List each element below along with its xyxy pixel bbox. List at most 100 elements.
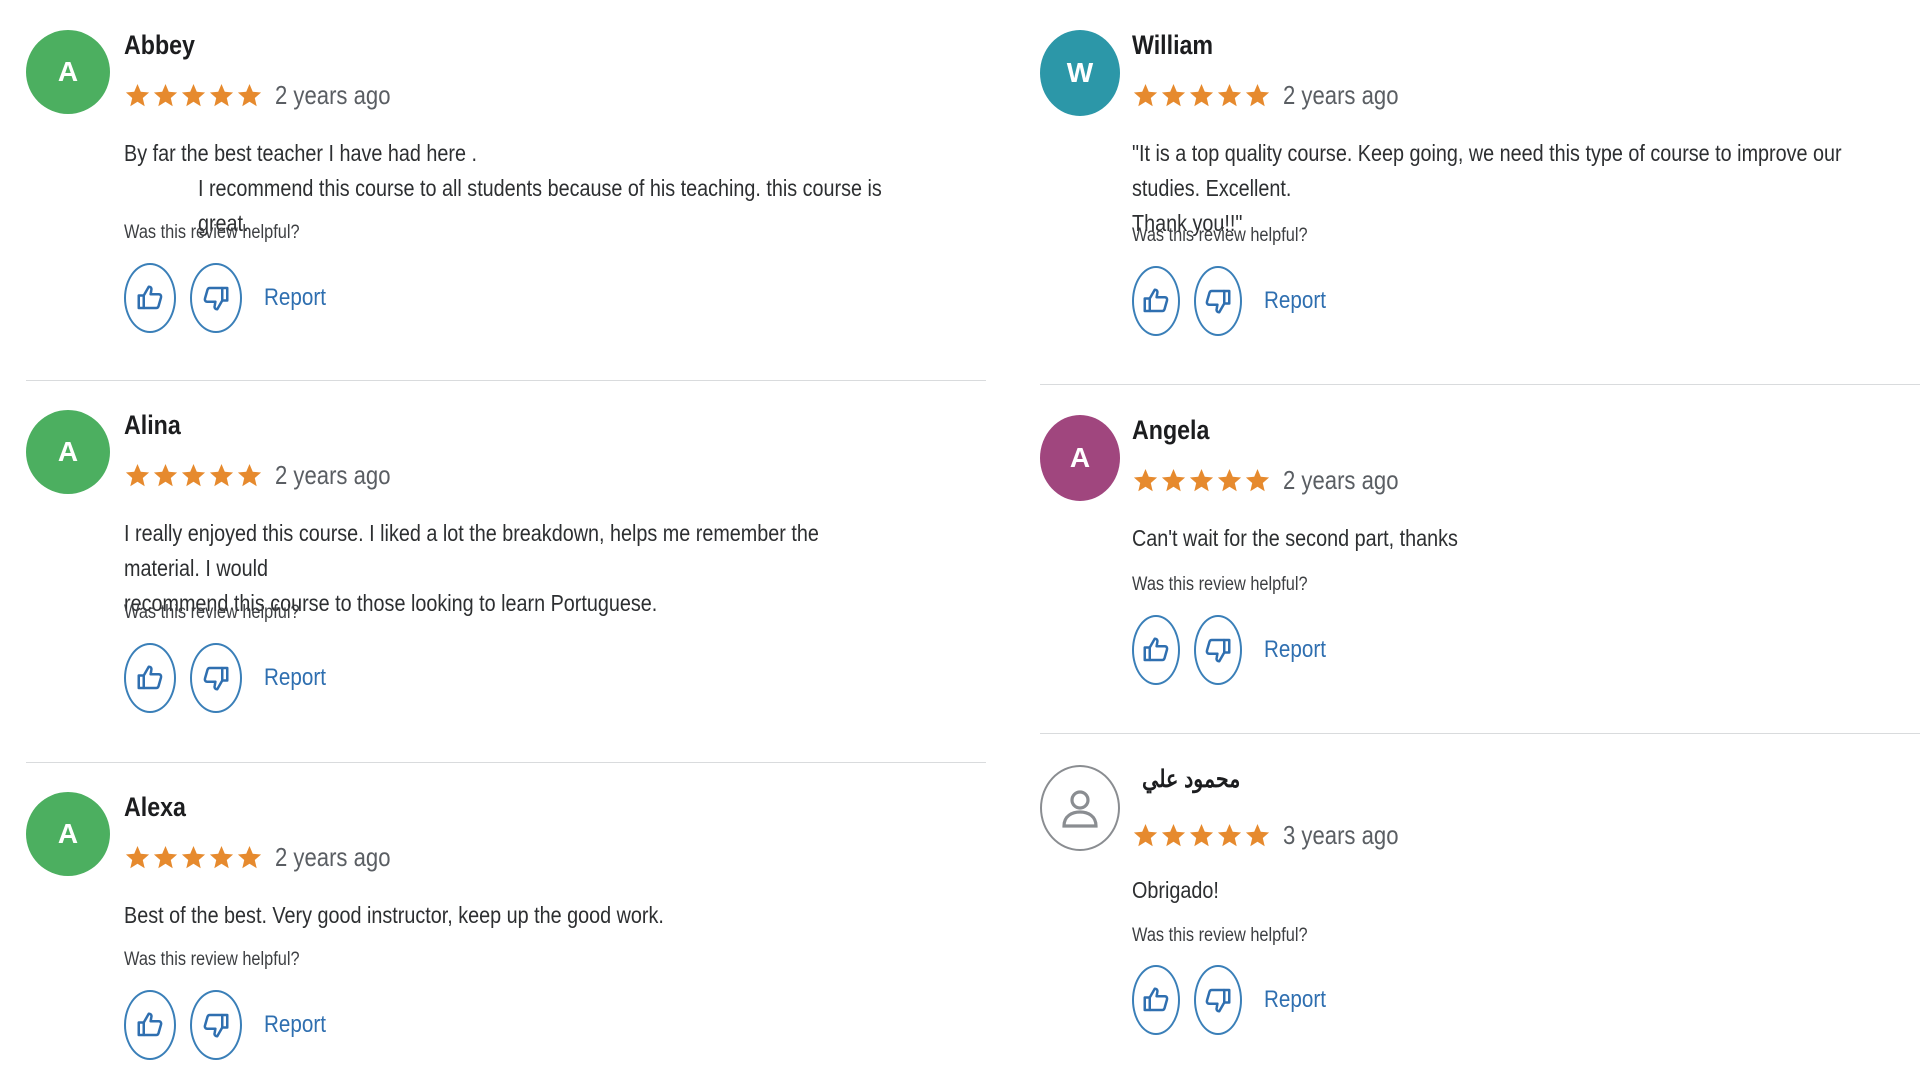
thumbs-up-icon — [137, 1012, 163, 1037]
thumbs-down-icon — [203, 1013, 229, 1038]
star-icon — [1189, 824, 1214, 847]
divider — [26, 762, 986, 763]
star-icon — [181, 464, 206, 487]
star-rating — [1132, 82, 1271, 109]
star-rating — [124, 462, 263, 489]
star-icon — [125, 464, 150, 487]
thumbs-down-icon — [1205, 638, 1231, 663]
helpful-prompt: Was this review helpful? — [1132, 225, 1308, 246]
thumbs-up-button[interactable] — [1132, 965, 1180, 1035]
reviewer-name: William — [1132, 30, 1214, 60]
star-icon — [1161, 84, 1186, 107]
review-time: 3 years ago — [1283, 820, 1399, 850]
star-icon — [1189, 469, 1214, 492]
avatar: W — [1040, 30, 1120, 116]
review-text-line: I really enjoyed this course. I liked a … — [124, 520, 819, 581]
star-icon — [1161, 469, 1186, 492]
review-time: 2 years ago — [275, 460, 391, 490]
divider — [1040, 733, 1920, 734]
rating-row: 2 years ago — [124, 842, 411, 873]
review-card: A Alexa 2 years ago Best of the best. Ve… — [26, 792, 986, 1072]
review-actions: Report — [124, 263, 336, 333]
thumbs-down-button[interactable] — [190, 263, 242, 333]
review-card: A Alina 2 years ago I really enjoyed thi… — [26, 410, 986, 750]
thumbs-down-button[interactable] — [1194, 266, 1242, 336]
review-text-line: Can't wait for the second part, thanks — [1132, 525, 1458, 551]
report-link[interactable]: Report — [1264, 287, 1326, 315]
reviewer-name: Abbey — [124, 30, 195, 60]
review-text-line: Obrigado! — [1132, 877, 1219, 903]
review-actions: Report — [1132, 266, 1336, 336]
thumbs-up-icon — [1143, 637, 1169, 662]
review-actions: Report — [124, 643, 336, 713]
star-icon — [1133, 824, 1158, 847]
helpful-prompt: Was this review helpful? — [1132, 574, 1308, 595]
avatar: A — [26, 792, 110, 876]
star-icon — [209, 84, 234, 107]
helpful-prompt: Was this review helpful? — [1132, 925, 1308, 946]
star-rating — [124, 844, 263, 871]
review-card: محمود علي 3 years ago Obrigado! Was this… — [1040, 765, 1920, 1065]
report-link[interactable]: Report — [1264, 986, 1326, 1014]
review-time: 2 years ago — [275, 842, 391, 872]
review-actions: Report — [1132, 615, 1336, 685]
rating-row: 2 years ago — [1132, 465, 1419, 496]
star-icon — [1217, 84, 1242, 107]
thumbs-down-icon — [1205, 988, 1231, 1013]
rating-row: 2 years ago — [1132, 80, 1419, 111]
review-card: A Abbey 2 years ago By far the best teac… — [26, 30, 986, 370]
thumbs-up-button[interactable] — [1132, 615, 1180, 685]
reviewer-name: Alexa — [124, 792, 186, 822]
review-actions: Report — [124, 990, 336, 1060]
star-rating — [1132, 467, 1271, 494]
star-icon — [237, 84, 262, 107]
review-time: 2 years ago — [1283, 465, 1399, 495]
thumbs-up-icon — [137, 285, 163, 310]
thumbs-down-icon — [1205, 289, 1231, 314]
avatar: A — [1040, 415, 1120, 501]
rating-row: 2 years ago — [124, 460, 411, 491]
thumbs-up-button[interactable] — [124, 990, 176, 1060]
star-icon — [1245, 824, 1270, 847]
star-rating — [1132, 822, 1271, 849]
thumbs-down-button[interactable] — [190, 990, 242, 1060]
star-icon — [209, 846, 234, 869]
thumbs-up-button[interactable] — [1132, 266, 1180, 336]
star-icon — [237, 846, 262, 869]
review-card: W William 2 years ago "It is a top quali… — [1040, 30, 1920, 370]
star-icon — [181, 84, 206, 107]
rating-row: 2 years ago — [124, 80, 411, 111]
review-time: 2 years ago — [275, 80, 391, 110]
report-link[interactable]: Report — [264, 284, 326, 312]
review-text: Can't wait for the second part, thanks — [1132, 521, 1906, 556]
thumbs-up-icon — [1143, 987, 1169, 1012]
thumbs-down-button[interactable] — [1194, 965, 1242, 1035]
helpful-prompt: Was this review helpful? — [124, 949, 300, 970]
report-link[interactable]: Report — [264, 664, 326, 692]
divider — [26, 380, 986, 381]
star-icon — [1217, 469, 1242, 492]
thumbs-up-button[interactable] — [124, 643, 176, 713]
review-text-line: "It is a top quality course. Keep going,… — [1132, 140, 1842, 201]
star-icon — [1133, 469, 1158, 492]
helpful-prompt: Was this review helpful? — [124, 602, 300, 623]
helpful-prompt: Was this review helpful? — [124, 222, 300, 243]
star-icon — [1161, 824, 1186, 847]
star-icon — [1245, 84, 1270, 107]
thumbs-up-icon — [1143, 288, 1169, 313]
review-text: Best of the best. Very good instructor, … — [124, 898, 898, 933]
thumbs-down-button[interactable] — [190, 643, 242, 713]
star-icon — [237, 464, 262, 487]
thumbs-up-button[interactable] — [124, 263, 176, 333]
report-link[interactable]: Report — [264, 1011, 326, 1039]
star-icon — [209, 464, 234, 487]
star-icon — [153, 846, 178, 869]
reviewer-name: Angela — [1132, 415, 1210, 445]
star-icon — [1133, 84, 1158, 107]
thumbs-down-icon — [203, 286, 229, 311]
star-icon — [125, 846, 150, 869]
review-text-line: Best of the best. Very good instructor, … — [124, 902, 664, 928]
star-icon — [181, 846, 206, 869]
report-link[interactable]: Report — [1264, 636, 1326, 664]
thumbs-down-button[interactable] — [1194, 615, 1242, 685]
